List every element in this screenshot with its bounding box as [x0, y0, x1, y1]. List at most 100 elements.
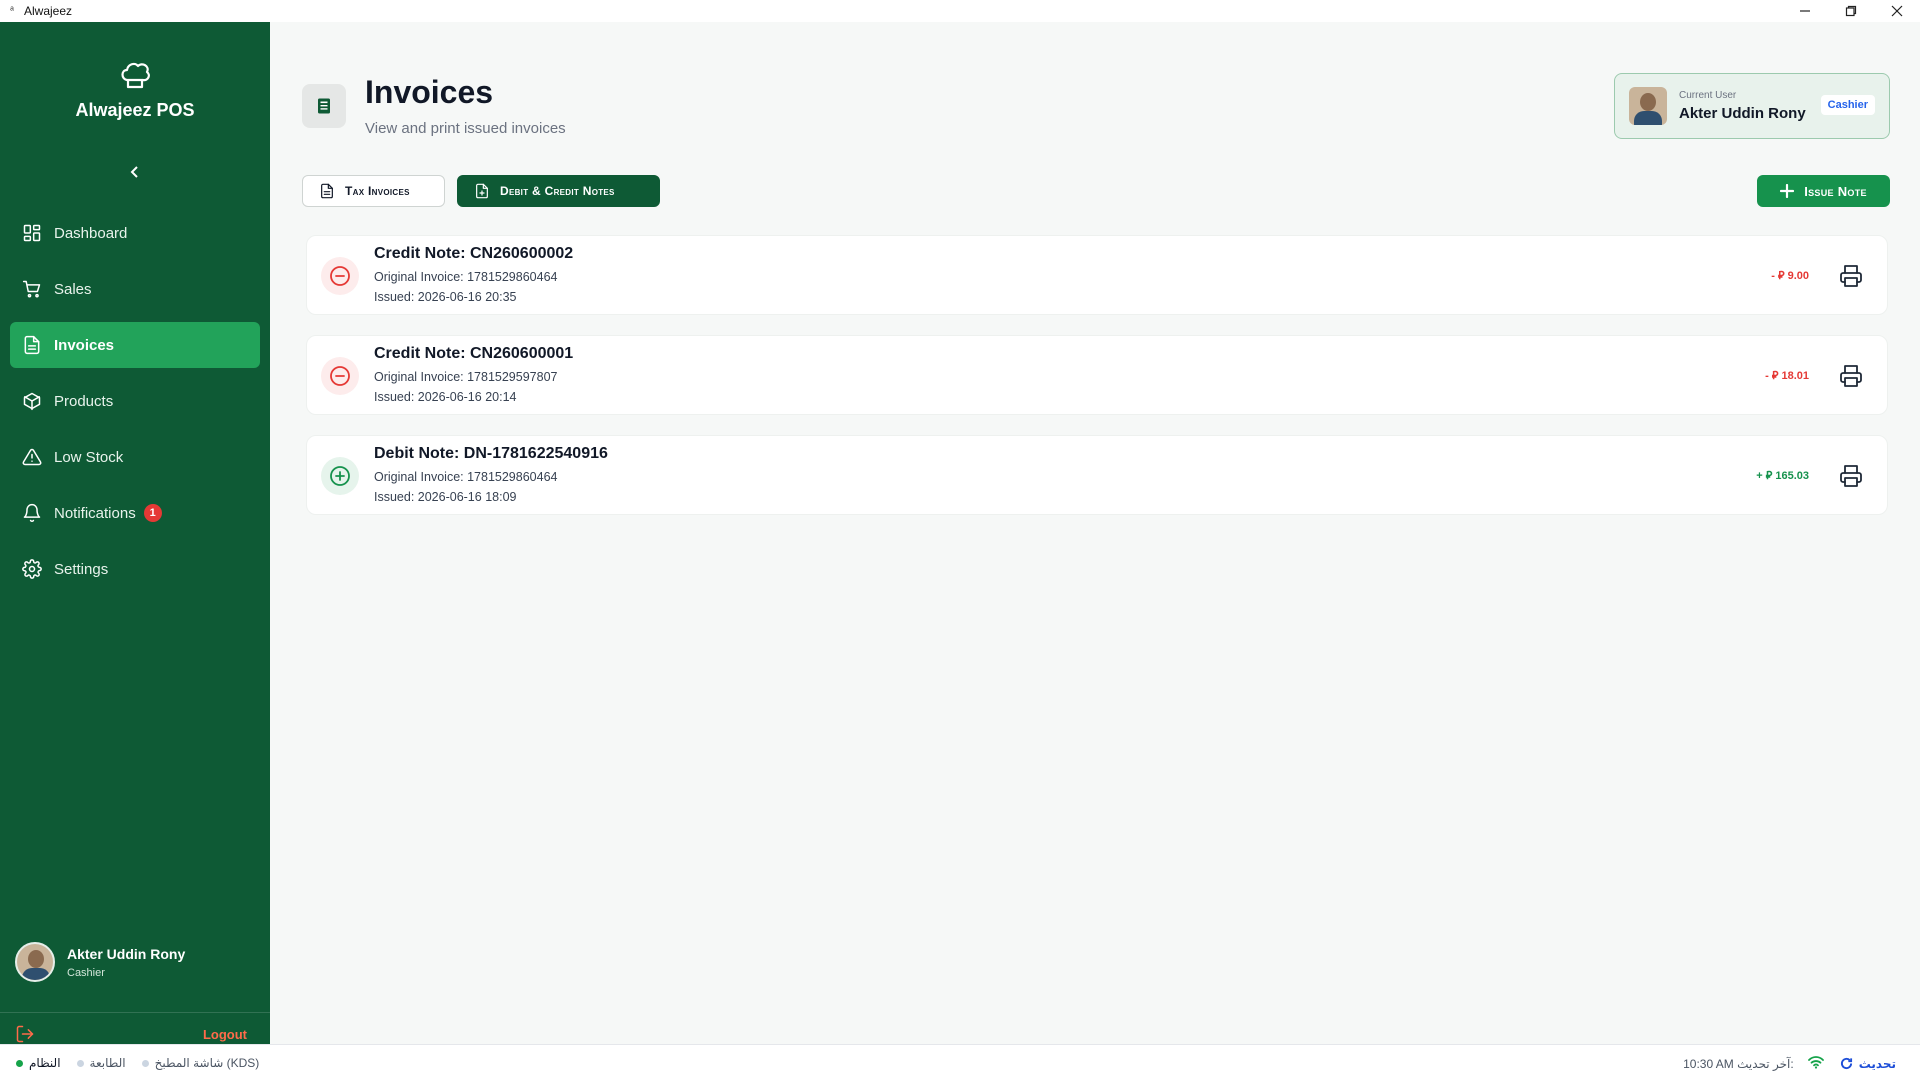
- sidebar-item-label: Sales: [54, 280, 92, 298]
- dashboard-icon: [22, 223, 42, 243]
- refresh-label: تحديث: [1858, 1056, 1896, 1071]
- note-card: Debit Note: DN-1781622540916 Original In…: [306, 435, 1888, 515]
- collapse-sidebar-button[interactable]: [123, 160, 147, 184]
- sidebar: Alwajeez POS Dashboard Sales Invoices Pr…: [0, 22, 270, 1044]
- issue-note-button[interactable]: Issue Note: [1757, 175, 1890, 207]
- sidebar-item-sales[interactable]: Sales: [10, 266, 260, 312]
- sidebar-item-label: Products: [54, 392, 114, 410]
- minus-circle-icon: [321, 257, 359, 295]
- sidebar-item-invoices[interactable]: Invoices: [10, 322, 260, 368]
- note-title: Debit Note: DN-1781622540916: [374, 445, 608, 462]
- window-title: Alwajeez: [24, 4, 73, 18]
- printer-icon: [1840, 465, 1862, 487]
- document-icon: [321, 183, 333, 199]
- page-subtitle: View and print issued invoices: [365, 120, 566, 137]
- sidebar-item-settings[interactable]: Settings: [10, 546, 260, 592]
- brand: Alwajeez POS: [0, 58, 270, 121]
- sidebar-item-products[interactable]: Products: [10, 378, 260, 424]
- status-dot-offline: [141, 1059, 149, 1067]
- refresh-icon: [1840, 1057, 1852, 1070]
- minimize-icon: [1800, 10, 1810, 12]
- printer-icon: [1840, 365, 1862, 387]
- logout-label: Logout: [202, 1026, 247, 1042]
- brand-name: Alwajeez POS: [75, 100, 195, 120]
- plus-circle-icon: [321, 457, 359, 495]
- printer-icon: [1840, 265, 1862, 287]
- status-printer: الطابعة: [76, 1056, 126, 1070]
- tab-tax-invoices[interactable]: Tax Invoices: [302, 175, 445, 207]
- refresh-button[interactable]: تحديث: [1840, 1057, 1896, 1071]
- logout-button[interactable]: Logout: [15, 1024, 247, 1044]
- print-button[interactable]: [1837, 362, 1865, 390]
- status-indicators: النظام الطابعة شاشة المطبخ (KDS): [16, 1056, 275, 1070]
- invoice-icon: [22, 335, 42, 355]
- sidebar-item-notifications[interactable]: Notifications 1: [10, 490, 260, 536]
- print-button[interactable]: [1837, 462, 1865, 490]
- current-user-name: Akter Uddin Rony: [1679, 105, 1806, 122]
- gear-icon: [22, 559, 42, 579]
- box-icon: [22, 391, 42, 411]
- sidebar-item-label: Dashboard: [54, 224, 128, 242]
- avatar: [15, 942, 55, 982]
- close-button[interactable]: [1874, 0, 1920, 22]
- page-title: Invoices: [365, 74, 494, 110]
- sidebar-item-label: Notifications: [54, 504, 136, 522]
- cart-icon: [22, 279, 42, 299]
- note-issued-date: Issued: 2026-06-16 18:09: [374, 490, 517, 504]
- minus-circle-icon: [321, 357, 359, 395]
- print-button[interactable]: [1837, 262, 1865, 290]
- sidebar-user-profile[interactable]: Akter Uddin Rony Cashier: [15, 940, 255, 984]
- note-title: Credit Note: CN260600002: [374, 245, 574, 262]
- note-issued-date: Issued: 2026-06-16 20:14: [374, 390, 517, 404]
- sidebar-item-label: Invoices: [54, 336, 115, 354]
- sidebar-user-role: Cashier: [67, 966, 105, 979]
- issue-note-label: Issue Note: [1804, 183, 1867, 199]
- window-controls: [1782, 0, 1920, 22]
- tab-debit-credit-notes[interactable]: Debit & Credit Notes: [457, 175, 660, 207]
- note-original-invoice: Original Invoice: 1781529860464: [374, 470, 558, 484]
- tab-label: Debit & Credit Notes: [500, 184, 615, 198]
- role-badge: Cashier: [1820, 95, 1875, 115]
- note-issued-date: Issued: 2026-06-16 20:35: [374, 290, 517, 304]
- note-original-invoice: Original Invoice: 1781529860464: [374, 270, 558, 284]
- note-title: Credit Note: CN260600001: [374, 345, 574, 362]
- chevron-left-icon: [130, 166, 138, 178]
- close-icon: [1891, 5, 1903, 17]
- avatar: [1629, 87, 1667, 125]
- warning-icon: [22, 447, 42, 467]
- current-user-card: Current User Akter Uddin Rony Cashier: [1614, 73, 1890, 139]
- status-printer-label: الطابعة: [89, 1056, 126, 1070]
- sidebar-nav: Dashboard Sales Invoices Products Low St…: [10, 210, 260, 602]
- wifi-icon: [1807, 1055, 1840, 1072]
- status-kds-label: شاشة المطبخ (KDS): [154, 1056, 260, 1070]
- status-kds: شاشة المطبخ (KDS): [141, 1056, 260, 1070]
- status-dot-offline: [76, 1059, 84, 1067]
- restore-icon: [1845, 5, 1857, 17]
- receipt-icon: [318, 98, 330, 114]
- last-update-text: 10:30 AM آخر تحديث:: [1683, 1056, 1794, 1071]
- sidebar-divider: [0, 1012, 270, 1013]
- restore-button[interactable]: [1828, 0, 1874, 22]
- app-icon: ᵃ: [10, 5, 14, 16]
- note-card: Credit Note: CN260600001 Original Invoic…: [306, 335, 1888, 415]
- sidebar-item-label: Low Stock: [54, 448, 124, 466]
- note-amount: - ⃁ 18.01: [1765, 370, 1809, 382]
- current-user-label: Current User: [1679, 90, 1737, 101]
- logout-icon: [16, 1025, 34, 1043]
- sidebar-user-name: Akter Uddin Rony: [67, 945, 186, 962]
- bell-icon: [22, 503, 42, 523]
- tab-label: Tax Invoices: [345, 184, 410, 198]
- sidebar-item-label: Settings: [54, 560, 109, 578]
- main-content: Invoices View and print issued invoices …: [270, 22, 1920, 1044]
- sidebar-item-low-stock[interactable]: Low Stock: [10, 434, 260, 480]
- minimize-button[interactable]: [1782, 0, 1828, 22]
- status-dot-online: [16, 1059, 23, 1067]
- document-plus-icon: [476, 183, 488, 199]
- status-bar: النظام الطابعة شاشة المطبخ (KDS) 10:30 A…: [0, 1044, 1920, 1080]
- sidebar-item-dashboard[interactable]: Dashboard: [10, 210, 260, 256]
- window-titlebar: ᵃ Alwajeez: [0, 0, 1920, 22]
- note-amount: + ⃁ 165.03: [1756, 470, 1809, 482]
- note-amount: - ⃁ 9.00: [1771, 270, 1809, 282]
- note-original-invoice: Original Invoice: 1781529597807: [374, 370, 558, 384]
- status-system: النظام: [16, 1056, 61, 1070]
